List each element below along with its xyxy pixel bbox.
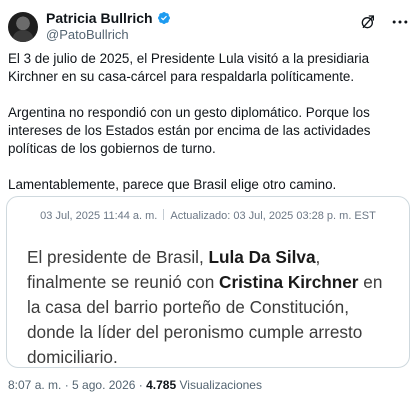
embedded-article-card[interactable]: 03 Jul, 2025 11:44 a. m. Actualizado: 03 … <box>6 196 410 368</box>
verified-badge-icon <box>157 12 170 24</box>
grok-icon[interactable] <box>360 14 376 30</box>
avatar[interactable] <box>8 12 38 42</box>
author-name-row: Patricia Bullrich <box>46 10 171 26</box>
article-updated-date: Actualizado: 03 Jul, 2025 03:28 p. m. ES… <box>170 210 376 222</box>
article-published-date: 03 Jul, 2025 11:44 a. m. <box>40 210 158 222</box>
author-handle[interactable]: @PatoBullrich <box>46 27 129 42</box>
tweet-date[interactable]: 5 ago. 2026 <box>72 378 135 392</box>
more-options-icon[interactable] <box>390 14 410 30</box>
views-count[interactable]: 4.785 <box>146 378 176 392</box>
tweet-time[interactable]: 8:07 a. m. <box>8 378 61 392</box>
views-label: Visualizaciones <box>176 378 262 392</box>
article-lead-text: El presidente de Brasil, Lula Da Silva, … <box>27 245 399 370</box>
article-dates: 03 Jul, 2025 11:44 a. m. Actualizado: 03 … <box>7 209 409 222</box>
footer-separator: · <box>61 378 73 392</box>
tweet-text: El 3 de julio de 2025, el Presidente Lul… <box>8 50 414 212</box>
lead-text-1: El presidente de Brasil, <box>27 247 209 267</box>
lead-bold-1: Lula Da Silva <box>208 247 316 267</box>
date-divider <box>163 209 165 220</box>
tweet-header: Patricia Bullrich @PatoBullrich <box>6 8 414 44</box>
tweet-paragraph-1: El 3 de julio de 2025, el Presidente Lul… <box>8 51 370 84</box>
footer-separator-2: · <box>135 378 147 392</box>
author-name[interactable]: Patricia Bullrich <box>46 10 153 26</box>
tweet-footer: 8:07 a. m. · 5 ago. 2026 · 4.785 Visuali… <box>8 378 262 392</box>
lead-bold-2: Cristina Kirchner <box>219 272 359 292</box>
tweet-paragraph-3: Lamentablemente, parece que Brasil elige… <box>8 177 337 192</box>
tweet-paragraph-2: Argentina no respondió con un gesto dipl… <box>8 105 371 156</box>
